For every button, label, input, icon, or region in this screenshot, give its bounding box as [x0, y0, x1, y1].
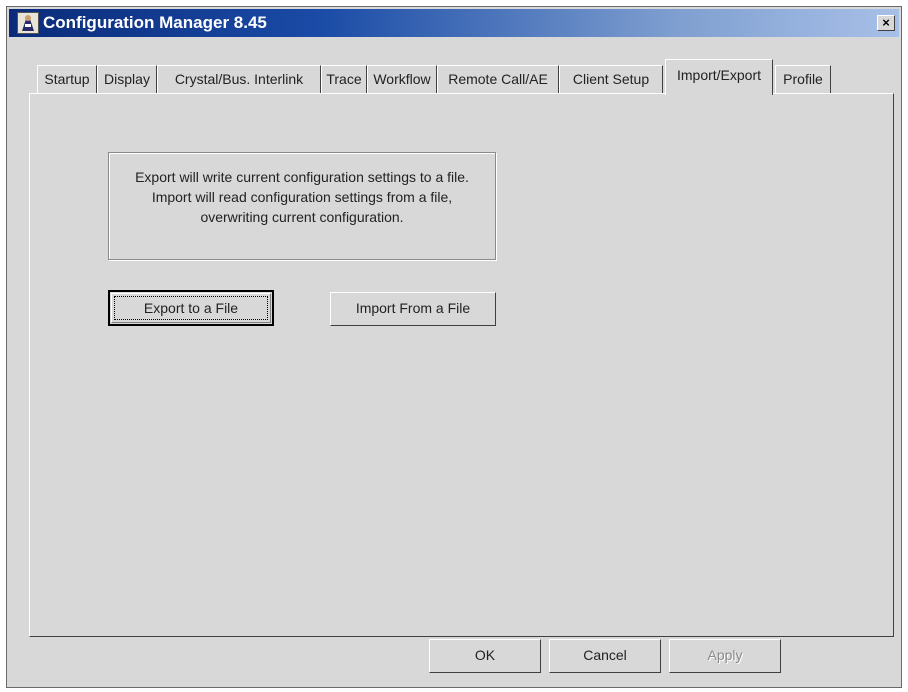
ok-button-label: OK: [474, 647, 496, 663]
configuration-manager-window: Configuration Manager 8.45 × Startup Dis…: [6, 6, 902, 688]
import-from-file-button[interactable]: Import From a File: [330, 292, 496, 326]
tab-import-export[interactable]: Import/Export: [665, 59, 773, 95]
tab-remote-call-ae[interactable]: Remote Call/AE: [437, 65, 559, 93]
tab-startup[interactable]: Startup: [37, 65, 97, 93]
cancel-button[interactable]: Cancel: [549, 639, 661, 673]
title-bar[interactable]: Configuration Manager 8.45 ×: [9, 9, 899, 37]
info-text: Export will write current configuration …: [135, 169, 469, 225]
import-export-panel: Export will write current configuration …: [29, 93, 894, 637]
export-to-file-button[interactable]: Export to a File: [108, 290, 274, 326]
apply-button-label: Apply: [707, 647, 743, 663]
info-groupbox: Export will write current configuration …: [108, 152, 496, 260]
tab-display[interactable]: Display: [97, 65, 157, 93]
tab-trace[interactable]: Trace: [321, 65, 367, 93]
apply-button[interactable]: Apply: [669, 639, 781, 673]
cancel-button-label: Cancel: [583, 647, 627, 663]
tab-crystal-bus-interlink[interactable]: Crystal/Bus. Interlink: [157, 65, 321, 93]
window-title: Configuration Manager 8.45: [43, 13, 267, 32]
tab-workflow[interactable]: Workflow: [367, 65, 437, 93]
ok-button[interactable]: OK: [429, 639, 541, 673]
app-icon: [17, 12, 39, 34]
export-button-label: Export to a File: [143, 300, 239, 316]
tab-client-setup[interactable]: Client Setup: [559, 65, 663, 93]
tab-profile[interactable]: Profile: [775, 65, 831, 93]
close-icon[interactable]: ×: [877, 15, 895, 31]
import-button-label: Import From a File: [355, 300, 471, 316]
